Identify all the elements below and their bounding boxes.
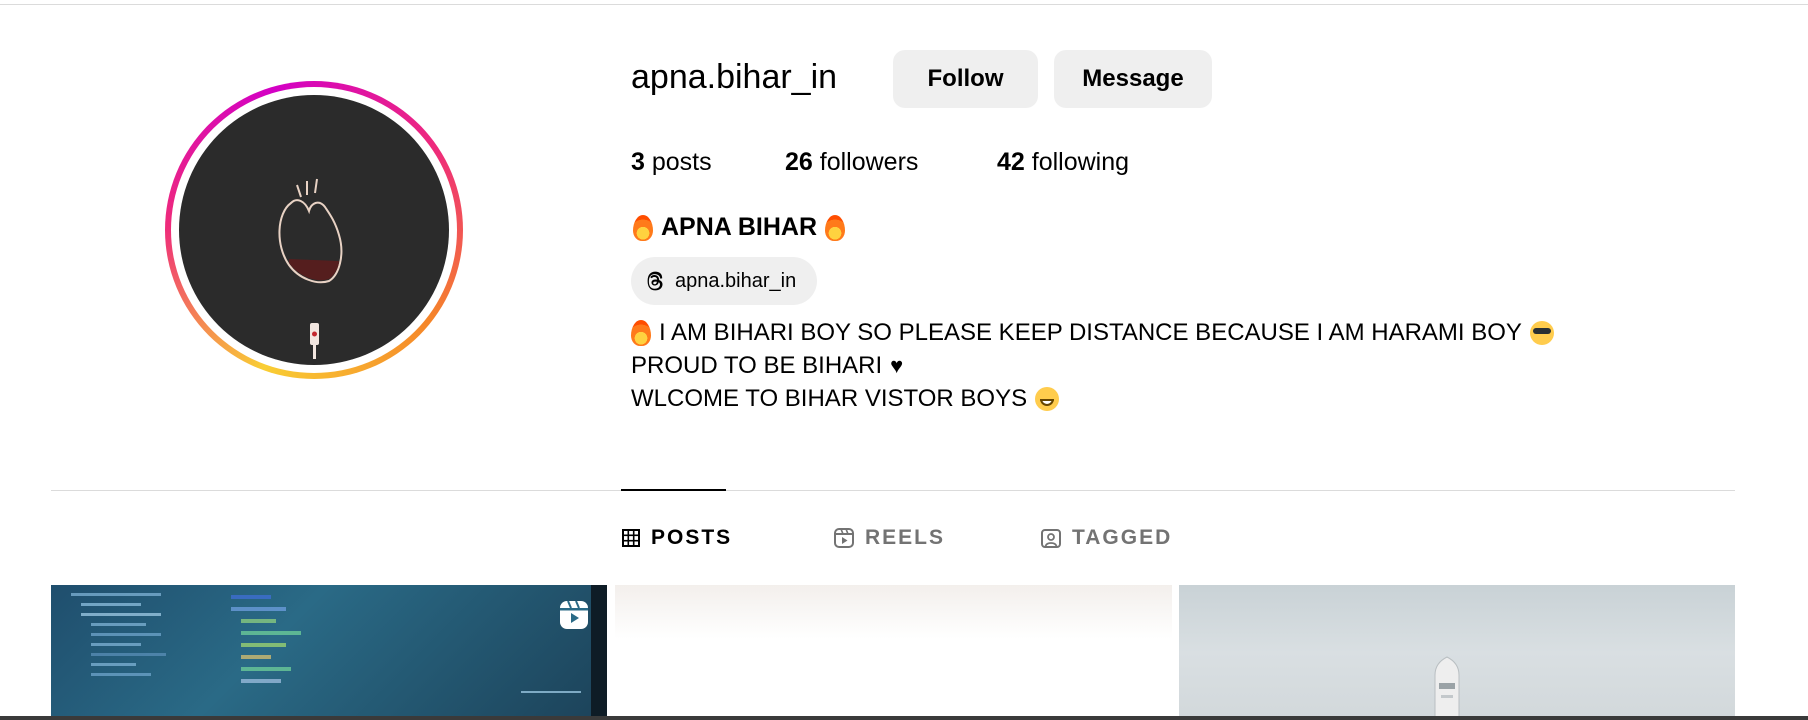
post-tile[interactable] xyxy=(1179,585,1735,720)
fire-icon xyxy=(633,214,653,241)
bio-line-1: I AM BIHARI BOY SO PLEASE KEEP DISTANCE … xyxy=(631,316,1554,349)
posts-label: posts xyxy=(651,148,712,176)
full-name-text: APNA BIHAR xyxy=(661,213,818,241)
bio-text-1: I AM BIHARI BOY SO PLEASE KEEP DISTANCE … xyxy=(659,319,1522,346)
heart-anatomy-icon xyxy=(278,178,343,359)
username: apna.bihar_in xyxy=(631,58,838,96)
message-button[interactable]: Message xyxy=(1054,50,1212,108)
bottom-edge xyxy=(0,716,1808,720)
followers-label: followers xyxy=(819,148,919,176)
tab-tagged[interactable]: TAGGED xyxy=(1040,526,1172,550)
bio-line-3: WLCOME TO BIHAR VISTOR BOYS xyxy=(631,382,1554,415)
top-border xyxy=(0,0,1808,5)
rocket-thumbnail xyxy=(1434,656,1460,720)
threads-icon xyxy=(647,271,663,291)
posts-stat: 3 posts xyxy=(631,148,712,177)
tab-tagged-label: TAGGED xyxy=(1072,526,1173,549)
following-label: following xyxy=(1031,148,1130,176)
sunglasses-emoji-icon xyxy=(1529,320,1554,345)
active-tab-indicator xyxy=(621,489,726,491)
tab-reels[interactable]: REELS xyxy=(833,526,945,550)
fire-icon xyxy=(825,214,846,241)
full-name: APNA BIHAR xyxy=(633,213,846,242)
following-stat[interactable]: 42 following xyxy=(997,148,1129,177)
tagged-icon xyxy=(1041,529,1061,548)
story-ring[interactable] xyxy=(165,81,463,379)
tab-reels-label: REELS xyxy=(865,526,946,549)
followers-stat[interactable]: 26 followers xyxy=(785,148,918,177)
bio-line-2: PROUD TO BE BIHARI ♥ xyxy=(631,349,1554,382)
tab-posts-label: POSTS xyxy=(651,526,733,549)
fire-icon xyxy=(631,319,651,346)
reel-badge-icon xyxy=(560,600,588,629)
avatar[interactable] xyxy=(179,95,449,365)
threads-link[interactable]: apna.bihar_in xyxy=(631,257,817,305)
follow-button[interactable]: Follow xyxy=(893,50,1038,108)
bio-text-2: PROUD TO BE BIHARI xyxy=(631,352,883,379)
threads-handle: apna.bihar_in xyxy=(675,269,797,292)
following-count: 42 xyxy=(997,148,1025,176)
grinning-emoji-icon xyxy=(1035,386,1060,411)
reels-icon xyxy=(834,528,854,548)
tab-posts[interactable]: POSTS xyxy=(621,526,732,550)
black-heart-icon: ♥ xyxy=(890,353,904,378)
post-tile[interactable] xyxy=(615,585,1172,720)
grid-icon xyxy=(622,529,640,547)
post-thumbnail xyxy=(71,585,607,720)
bio: I AM BIHARI BOY SO PLEASE KEEP DISTANCE … xyxy=(631,316,1554,415)
bio-text-3: WLCOME TO BIHAR VISTOR BOYS xyxy=(631,385,1028,412)
tabs-divider xyxy=(51,490,1735,491)
post-tile[interactable] xyxy=(51,585,607,720)
posts-count: 3 xyxy=(631,148,645,176)
followers-count: 26 xyxy=(785,148,813,176)
